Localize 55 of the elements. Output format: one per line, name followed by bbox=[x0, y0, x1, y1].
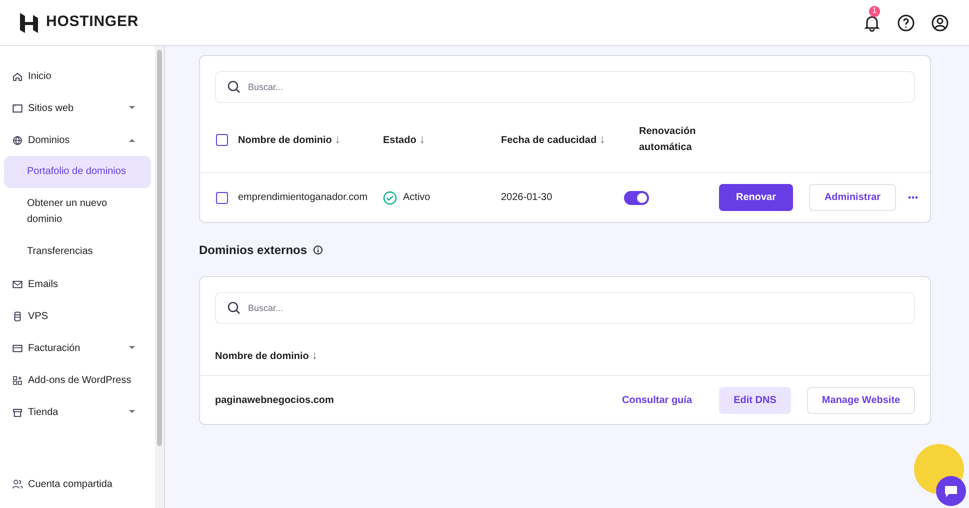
expiry-date: 2026-01-30 bbox=[501, 191, 554, 205]
scrollbar-thumb[interactable] bbox=[157, 50, 162, 446]
chat-icon bbox=[944, 485, 958, 497]
logo-text: HOSTINGER bbox=[46, 12, 139, 32]
mail-icon bbox=[12, 278, 23, 290]
sidebar-subitem[interactable]: Transferencias bbox=[4, 236, 151, 268]
sidebar-footer-item[interactable]: Cuenta compartida bbox=[0, 477, 155, 492]
home-icon bbox=[12, 70, 23, 82]
more-options-icon[interactable] bbox=[908, 196, 918, 199]
sidebar-subitem[interactable]: Portafolio de dominios bbox=[4, 156, 151, 188]
sidebar-item[interactable]: Sitios web bbox=[0, 92, 155, 124]
auto-renew-toggle[interactable] bbox=[624, 190, 649, 204]
sidebar-item[interactable]: Add-ons de WordPress bbox=[0, 364, 155, 396]
search-field[interactable]: Buscar... bbox=[215, 71, 916, 103]
store-icon bbox=[12, 406, 23, 418]
renew-button[interactable]: Renovar bbox=[719, 184, 794, 211]
check-circle-icon bbox=[383, 190, 397, 204]
domain-name: emprendimientoganador.com bbox=[238, 191, 369, 205]
logo-icon bbox=[20, 12, 38, 32]
addons-icon bbox=[12, 374, 23, 386]
domain-name: paginawebnegocios.com bbox=[215, 394, 335, 408]
column-header[interactable]: Nombre de dominio ↓ bbox=[215, 346, 318, 364]
row-checkbox[interactable] bbox=[216, 192, 228, 204]
edit-dns-button[interactable]: Edit DNS bbox=[719, 386, 792, 414]
search-field[interactable]: Buscar... bbox=[215, 292, 916, 324]
help-icon[interactable] bbox=[897, 14, 915, 32]
users-icon bbox=[12, 479, 23, 490]
account-icon[interactable] bbox=[931, 14, 949, 32]
globe-icon bbox=[12, 134, 23, 146]
sidebar-item[interactable]: VPS bbox=[0, 300, 155, 332]
sidebar-item[interactable]: Tienda bbox=[0, 396, 155, 428]
section-title: Dominios externos bbox=[199, 242, 308, 258]
sidebar-item[interactable]: Dominios bbox=[0, 124, 155, 156]
notification-bell-icon[interactable] bbox=[863, 14, 881, 32]
sidebar-item[interactable]: Inicio bbox=[0, 60, 155, 92]
select-all-checkbox[interactable] bbox=[216, 134, 228, 146]
card-icon bbox=[12, 342, 23, 354]
browser-icon bbox=[12, 102, 23, 114]
notification-badge: 1 bbox=[869, 6, 880, 16]
sidebar-item[interactable]: Emails bbox=[0, 268, 155, 300]
manage-button[interactable]: Administrar bbox=[809, 184, 896, 211]
status-text: Activo bbox=[403, 191, 430, 205]
column-header: Renovación automática bbox=[639, 125, 697, 155]
guide-link[interactable]: Consultar guía bbox=[622, 392, 692, 408]
search-icon bbox=[227, 80, 241, 94]
column-header[interactable]: Estado ↓ bbox=[383, 131, 501, 149]
search-icon bbox=[227, 301, 241, 315]
info-icon[interactable] bbox=[313, 244, 324, 254]
chat-button[interactable] bbox=[936, 476, 966, 506]
sidebar-subitem[interactable]: Obtener un nuevo dominio bbox=[4, 188, 151, 236]
column-header[interactable]: Fecha de caducidad ↓ bbox=[501, 131, 639, 149]
server-icon bbox=[12, 310, 23, 322]
sidebar-item[interactable]: Facturación bbox=[0, 332, 155, 364]
column-header[interactable]: Nombre de dominio ↓ bbox=[238, 131, 383, 149]
manage-website-button[interactable]: Manage Website bbox=[807, 386, 916, 414]
